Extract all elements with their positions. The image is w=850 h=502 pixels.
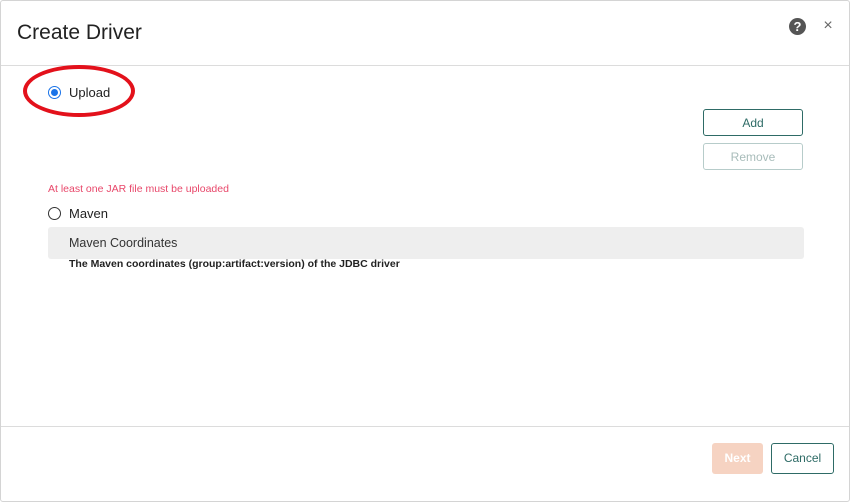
next-button[interactable]: Next <box>712 443 763 474</box>
upload-error-message: At least one JAR file must be uploaded <box>48 183 229 195</box>
upload-radio[interactable] <box>48 86 61 99</box>
dialog-header: Create Driver ? × <box>1 1 849 66</box>
maven-radio-option[interactable]: Maven <box>48 206 108 221</box>
help-icon[interactable]: ? <box>789 18 806 35</box>
maven-radio-label: Maven <box>69 206 109 221</box>
upload-radio-label: Upload <box>69 85 111 100</box>
remove-button[interactable]: Remove <box>703 143 803 170</box>
cancel-button[interactable]: Cancel <box>771 443 834 474</box>
create-driver-dialog: Create Driver ? × Upload Add Remove At l… <box>0 0 850 502</box>
maven-coordinates-hint: The Maven coordinates (group:artifact:ve… <box>69 258 400 270</box>
maven-coordinates-field[interactable]: Maven Coordinates <box>48 227 804 259</box>
maven-radio[interactable] <box>48 207 61 220</box>
maven-coordinates-label: Maven Coordinates <box>69 236 178 250</box>
close-icon[interactable]: × <box>821 16 835 36</box>
add-button[interactable]: Add <box>703 109 803 136</box>
dialog-title: Create Driver <box>17 21 142 44</box>
footer-divider <box>1 426 849 427</box>
upload-radio-option[interactable]: Upload <box>48 85 110 100</box>
